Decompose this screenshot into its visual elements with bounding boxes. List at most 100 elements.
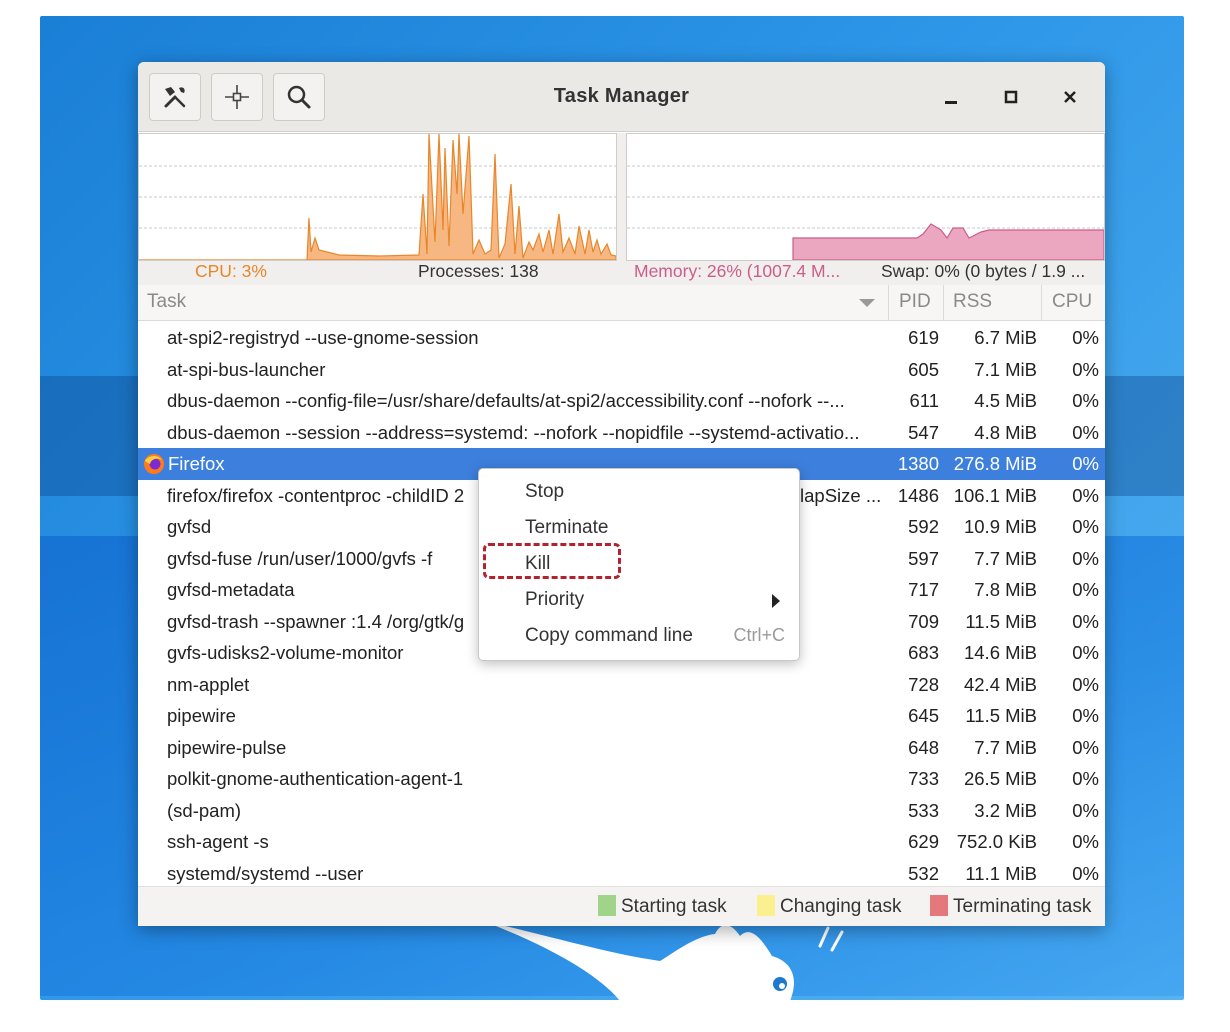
task-name: dbus-daemon --session --address=systemd:…: [167, 421, 860, 443]
kill-highlight-box: [483, 543, 621, 579]
task-pid: 645: [908, 705, 939, 726]
sort-arrow-icon[interactable]: [858, 298, 876, 308]
menu-item-stop[interactable]: Stop: [525, 481, 564, 503]
task-rss: 3.2 MiB: [974, 799, 1037, 821]
column-headers: Task PID RSS CPU: [138, 285, 1105, 321]
column-rss[interactable]: RSS: [953, 291, 992, 313]
task-pid: 533: [908, 799, 939, 821]
minimize-button[interactable]: [933, 80, 969, 114]
task-rss: 7.8 MiB: [974, 579, 1037, 600]
cpu-label: CPU: 3%: [195, 261, 267, 281]
task-rss: 14.6 MiB: [963, 642, 1037, 663]
task-cpu: 0%: [1072, 673, 1099, 695]
task-pid: 1380: [897, 453, 939, 474]
task-cpu: 0%: [1072, 579, 1099, 600]
copy-shortcut: Ctrl+C: [733, 625, 785, 645]
task-pid: 592: [908, 516, 939, 537]
task-row[interactable]: nm-applet 728 42.4 MiB 0%: [138, 669, 1105, 701]
task-row[interactable]: dbus-daemon --session --address=systemd:…: [138, 417, 1105, 449]
task-cpu: 0%: [1072, 642, 1099, 663]
task-row[interactable]: at-spi2-registryd --use-gnome-session 619…: [138, 322, 1105, 354]
task-rss: 11.5 MiB: [965, 705, 1037, 726]
task-row[interactable]: dbus-daemon --config-file=/usr/share/def…: [138, 385, 1105, 417]
monitor-graphs: CPU: 3% Processes: 138 Memory: 26% (1007…: [138, 133, 1105, 285]
column-pid[interactable]: PID: [899, 291, 931, 313]
legend-swatch-terminating: [930, 895, 948, 916]
task-cpu: 0%: [1072, 705, 1099, 726]
task-pid: 683: [908, 642, 939, 663]
task-pid: 1486: [897, 484, 939, 506]
task-name: dbus-daemon --config-file=/usr/share/def…: [167, 390, 845, 411]
task-rss: 7.7 MiB: [974, 547, 1037, 569]
menu-item-copy-command-line[interactable]: Copy command line: [525, 625, 693, 647]
task-rss: 7.7 MiB: [974, 736, 1037, 758]
column-separator: [1041, 285, 1042, 321]
swap-label: Swap: 0% (0 bytes / 1.9 ...: [881, 261, 1086, 281]
task-cpu: 0%: [1072, 327, 1099, 348]
task-cpu: 0%: [1072, 736, 1099, 758]
menu-item-terminate[interactable]: Terminate: [525, 517, 608, 539]
task-pid: 733: [908, 768, 939, 789]
task-pid: 619: [908, 327, 939, 348]
task-name: polkit-gnome-authentication-agent-1: [167, 768, 464, 789]
task-pid: 605: [908, 358, 939, 380]
task-row[interactable]: polkit-gnome-authentication-agent-1 733 26…: [138, 763, 1105, 795]
task-rss: 6.7 MiB: [974, 327, 1037, 348]
task-cpu: 0%: [1072, 484, 1099, 506]
task-row[interactable]: (sd-pam) 533 3.2 MiB 0%: [138, 795, 1105, 827]
task-name: (sd-pam): [167, 799, 242, 821]
task-row[interactable]: at-spi-bus-launcher 605 7.1 MiB 0%: [138, 354, 1105, 386]
task-rss: 10.9 MiB: [963, 516, 1037, 537]
task-cpu: 0%: [1072, 799, 1099, 821]
close-icon: [1064, 91, 1076, 103]
task-pid: 709: [908, 610, 939, 632]
task-pid: 717: [908, 579, 939, 600]
task-rss: 4.5 MiB: [974, 390, 1037, 411]
task-rss: 42.4 MiB: [963, 673, 1037, 695]
task-name: at-spi2-registryd --use-gnome-session: [167, 327, 479, 348]
task-row[interactable]: pipewire 645 11.5 MiB 0%: [138, 700, 1105, 732]
task-rss: 7.1 MiB: [974, 358, 1037, 380]
minimize-icon: [945, 101, 957, 104]
submenu-arrow-icon: [772, 594, 780, 608]
legend-terminating: Terminating task: [930, 895, 1091, 918]
task-rss: 26.5 MiB: [963, 768, 1037, 789]
memory-graph: [626, 133, 1105, 261]
memory-usage-area: [792, 223, 1105, 261]
task-cpu: 0%: [1072, 390, 1099, 411]
status-legend: Starting task Changing task Terminating …: [138, 886, 1105, 926]
legend-swatch-starting: [598, 895, 616, 916]
menu-item-priority[interactable]: Priority: [525, 589, 584, 611]
column-cpu[interactable]: CPU: [1052, 291, 1092, 313]
task-name: pipewire-pulse: [167, 736, 287, 758]
memory-label: Memory: 26% (1007.4 M...: [634, 261, 841, 281]
cpu-graph: [138, 133, 617, 261]
task-rss: 11.5 MiB: [965, 610, 1037, 632]
titlebar: Task Manager: [138, 62, 1105, 132]
legend-starting: Starting task: [598, 895, 727, 918]
task-cpu: 0%: [1072, 610, 1099, 632]
task-rss: 276.8 MiB: [953, 453, 1037, 474]
task-row[interactable]: systemd/systemd --user 532 11.1 MiB 0%: [138, 858, 1105, 890]
maximize-button[interactable]: [993, 80, 1029, 114]
task-pid: 629: [908, 831, 939, 852]
legend-swatch-changing: [757, 895, 775, 916]
task-pid: 532: [908, 862, 939, 884]
task-rss: 106.1 MiB: [953, 484, 1037, 506]
task-pid: 597: [908, 547, 939, 569]
task-pid: 547: [908, 421, 939, 443]
legend-changing: Changing task: [757, 895, 901, 918]
task-row[interactable]: ssh-agent -s 629 752.0 KiB 0%: [138, 826, 1105, 858]
close-button[interactable]: [1052, 80, 1088, 114]
firefox-icon: [144, 454, 164, 474]
task-rss: 4.8 MiB: [974, 421, 1037, 443]
processes-label: Processes: 138: [418, 261, 539, 281]
task-cpu: 0%: [1072, 453, 1099, 474]
task-name: nm-applet: [167, 673, 250, 695]
context-menu: Stop Terminate Kill Priority Copy comman…: [478, 468, 800, 661]
task-cpu: 0%: [1072, 862, 1099, 884]
task-pid: 648: [908, 736, 939, 758]
task-pid: 611: [909, 390, 940, 411]
task-row[interactable]: pipewire-pulse 648 7.7 MiB 0%: [138, 732, 1105, 764]
column-task[interactable]: Task: [147, 291, 186, 313]
